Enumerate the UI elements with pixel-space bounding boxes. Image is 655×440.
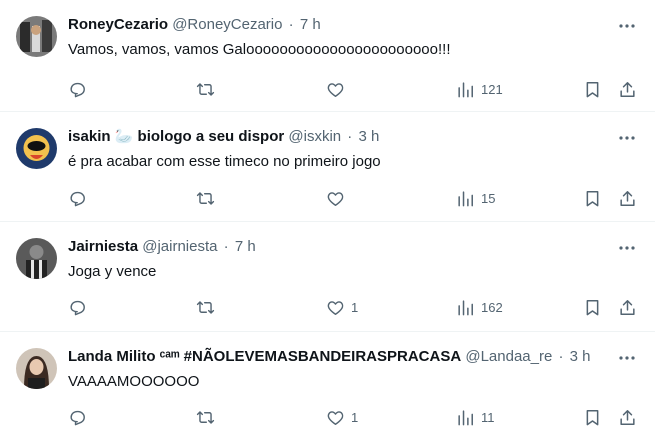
views-icon — [458, 409, 473, 425]
more-icon[interactable] — [617, 16, 637, 36]
more-icon[interactable] — [617, 128, 637, 148]
timestamp[interactable]: 7 h — [235, 238, 256, 255]
share-icon — [620, 81, 635, 97]
view-count: 121 — [481, 81, 503, 97]
timestamp[interactable]: 3 h — [358, 128, 379, 145]
retweet-button[interactable] — [196, 405, 215, 429]
view-count: 15 — [481, 190, 496, 206]
views-icon — [458, 190, 473, 206]
avatar-image — [16, 128, 57, 169]
views-button[interactable]: 162 — [456, 295, 503, 319]
views-icon — [458, 299, 473, 315]
timestamp[interactable]: 7 h — [300, 16, 321, 33]
separator: · — [347, 128, 353, 145]
action-bar: 121 — [60, 77, 639, 101]
separator: · — [223, 238, 229, 255]
reply-button[interactable] — [68, 405, 87, 429]
avatar[interactable] — [16, 238, 57, 279]
share-icon — [620, 409, 635, 425]
more-icon[interactable] — [617, 238, 637, 258]
share-icon — [620, 190, 635, 206]
views-button[interactable]: 11 — [456, 405, 495, 429]
separator: · — [558, 348, 564, 365]
user-handle[interactable]: @RoneyCezario — [172, 16, 282, 33]
bookmark-icon — [586, 190, 599, 206]
avatar-image — [16, 238, 57, 279]
like-icon — [327, 191, 344, 206]
tweet-text: Vamos, vamos, vamos Galooooooooooooooooo… — [68, 41, 451, 58]
reply-icon — [70, 410, 85, 425]
tweet-text: Joga y vence — [68, 263, 157, 280]
bookmark-button[interactable] — [583, 295, 602, 319]
retweet-icon — [196, 191, 215, 205]
avatar-image — [16, 348, 57, 389]
reply-button[interactable] — [68, 186, 87, 210]
retweet-button[interactable] — [196, 77, 215, 101]
tweet[interactable]: Jairniesta @jairniesta · 7 h Joga y venc… — [0, 222, 655, 332]
reply-icon — [70, 191, 85, 206]
action-bar: 1 162 — [60, 295, 639, 319]
separator: · — [288, 16, 294, 33]
like-button[interactable]: 1 — [326, 405, 358, 429]
reply-button[interactable] — [68, 295, 87, 319]
tweet[interactable]: isakin 🦢 biologo a seu dispor @isxkin · … — [0, 112, 655, 222]
like-count: 1 — [351, 299, 359, 315]
like-icon — [327, 82, 344, 97]
like-button[interactable] — [326, 186, 351, 210]
retweet-button[interactable] — [196, 295, 215, 319]
display-name[interactable]: Landa Milito ᶜᵃᵐ #NÃOLEVEMASBANDEIRASPRA… — [68, 348, 461, 365]
like-icon — [327, 300, 344, 315]
share-button[interactable] — [618, 186, 637, 210]
bookmark-button[interactable] — [583, 405, 602, 429]
avatar[interactable] — [16, 128, 57, 169]
tweet-text: é pra acabar com esse timeco no primeiro… — [68, 153, 381, 170]
reply-button[interactable] — [68, 77, 87, 101]
views-icon — [458, 81, 473, 97]
bookmark-icon — [586, 409, 599, 425]
tweet[interactable]: RoneyCezario @RoneyCezario · 7 h Vamos, … — [0, 0, 655, 112]
more-icon[interactable] — [617, 348, 637, 368]
retweet-button[interactable] — [196, 186, 215, 210]
like-button[interactable] — [326, 77, 351, 101]
display-name[interactable]: Jairniesta — [68, 238, 138, 255]
user-handle[interactable]: @jairniesta — [142, 238, 217, 255]
action-bar: 15 — [60, 186, 639, 210]
bookmark-icon — [586, 299, 599, 315]
avatar[interactable] — [16, 16, 57, 57]
avatar-image — [16, 16, 57, 57]
user-handle[interactable]: @isxkin — [288, 128, 341, 145]
bookmark-button[interactable] — [583, 77, 602, 101]
retweet-icon — [196, 410, 215, 424]
like-button[interactable]: 1 — [326, 295, 358, 319]
views-button[interactable]: 121 — [456, 77, 503, 101]
bookmark-icon — [586, 81, 599, 97]
retweet-icon — [196, 82, 215, 96]
tweet-header: Jairniesta @jairniesta · 7 h — [68, 237, 615, 257]
timestamp[interactable]: 3 h — [570, 348, 591, 365]
view-count: 11 — [481, 409, 495, 425]
like-icon — [327, 410, 344, 425]
share-button[interactable] — [618, 295, 637, 319]
bookmark-button[interactable] — [583, 186, 602, 210]
tweet[interactable]: Landa Milito ᶜᵃᵐ #NÃOLEVEMASBANDEIRASPRA… — [0, 332, 655, 440]
user-handle[interactable]: @Landaa_re — [465, 348, 552, 365]
display-name[interactable]: isakin 🦢 biologo a seu dispor — [68, 128, 284, 145]
reply-icon — [70, 82, 85, 97]
like-count: 1 — [351, 409, 359, 425]
share-button[interactable] — [618, 77, 637, 101]
view-count: 162 — [481, 299, 503, 315]
views-button[interactable]: 15 — [456, 186, 495, 210]
avatar[interactable] — [16, 348, 57, 389]
tweet-header: Landa Milito ᶜᵃᵐ #NÃOLEVEMASBANDEIRASPRA… — [68, 347, 615, 367]
retweet-icon — [196, 300, 215, 314]
display-name[interactable]: RoneyCezario — [68, 16, 168, 33]
share-button[interactable] — [618, 405, 637, 429]
action-bar: 1 11 — [60, 405, 639, 429]
tweet-header: RoneyCezario @RoneyCezario · 7 h — [68, 15, 615, 35]
reply-icon — [70, 300, 85, 315]
tweet-header: isakin 🦢 biologo a seu dispor @isxkin · … — [68, 127, 615, 147]
tweet-text: VAAAAMOOOOOO — [68, 373, 200, 390]
share-icon — [620, 299, 635, 315]
